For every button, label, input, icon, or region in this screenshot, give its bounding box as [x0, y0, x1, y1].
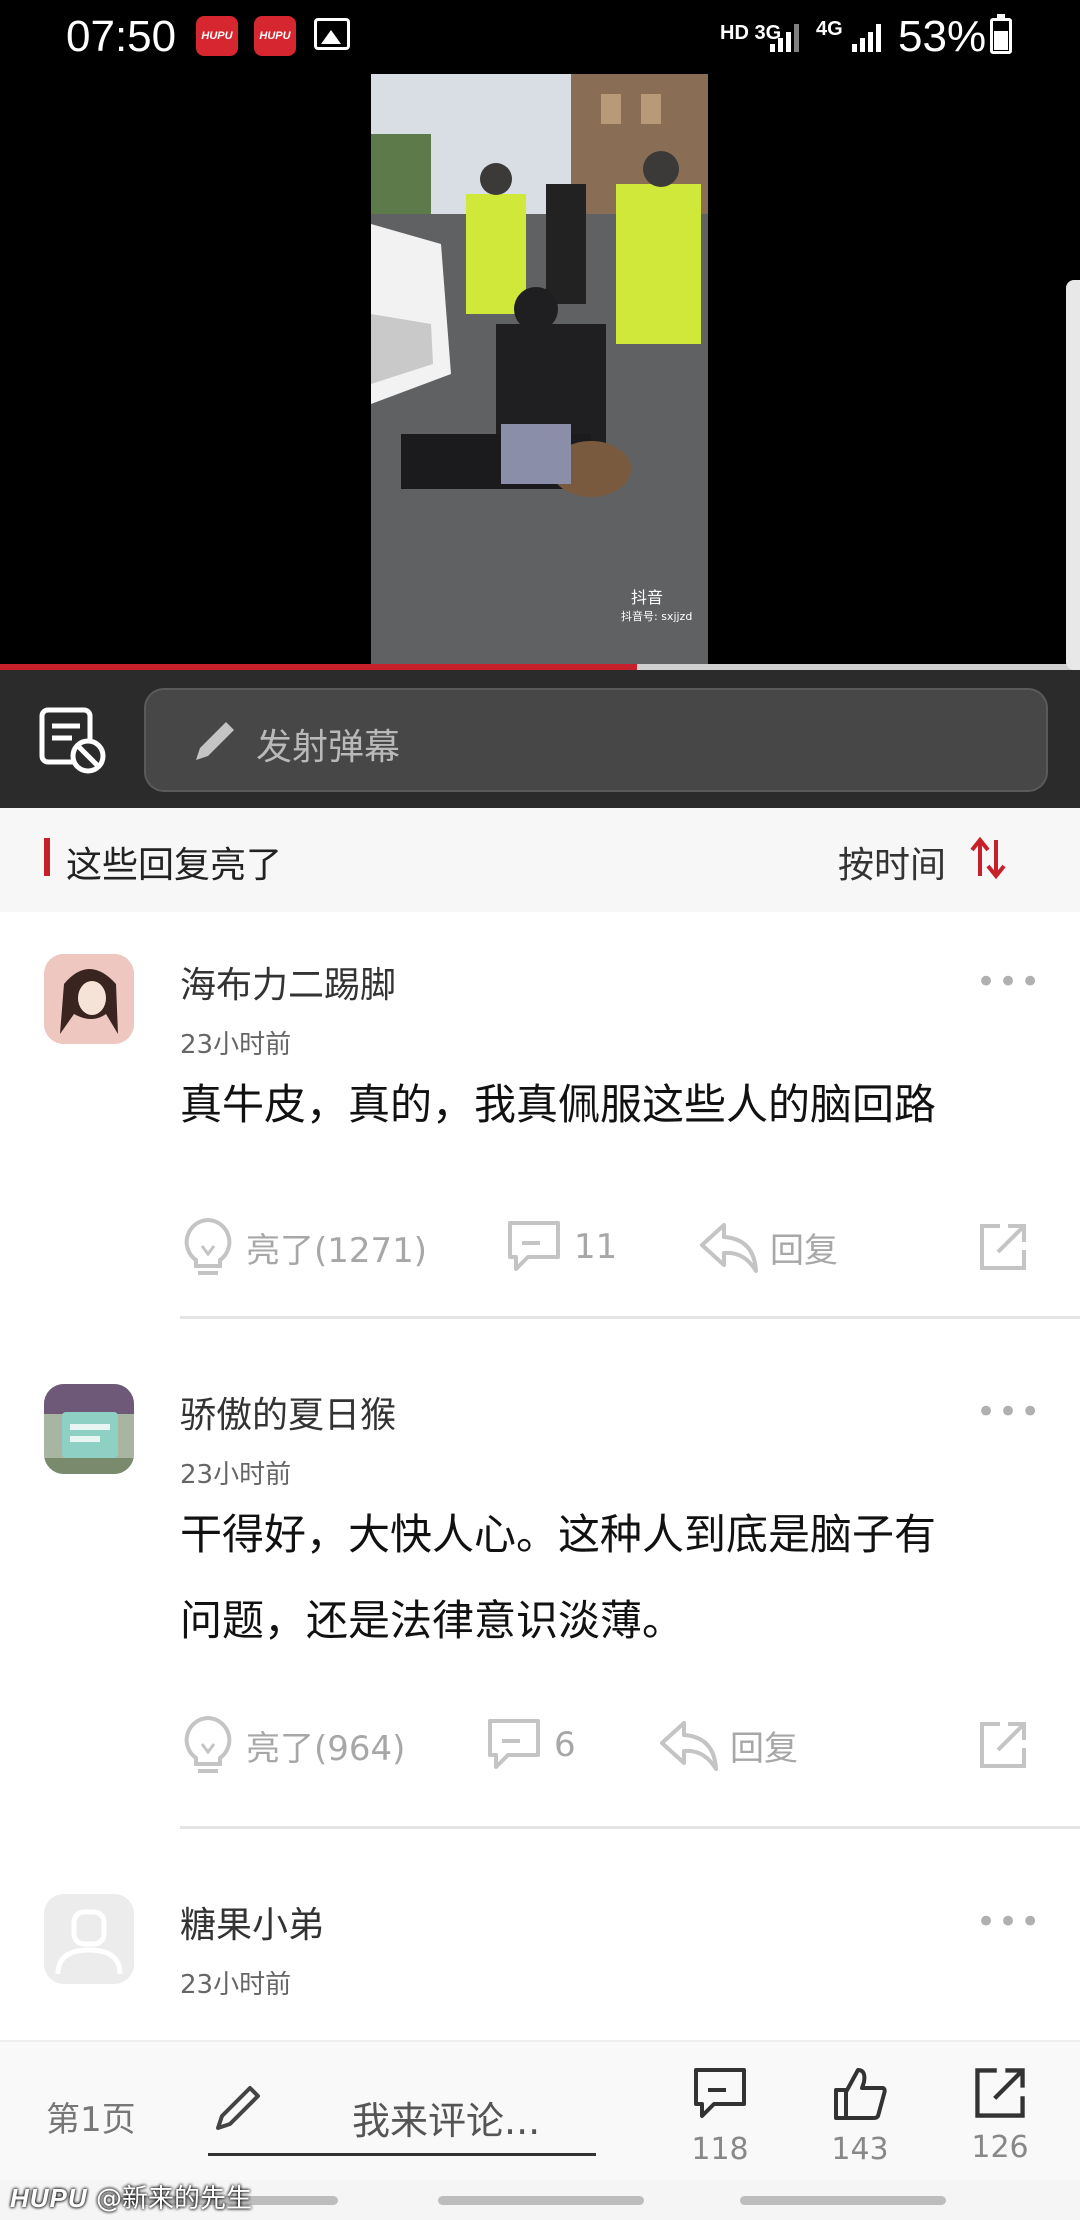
comment-text: 干得好，大快人心。这种人到底是脑子有 问题，还是法律意识淡薄。 [180, 1492, 1030, 1664]
comment-item: 海布力二踢脚 23小时前 ••• 真牛皮，真的，我真佩服这些人的脑回路 亮了(1… [0, 912, 1080, 1320]
hupu-notification-icon: HUPU [254, 16, 296, 56]
more-options-icon[interactable]: ••• [976, 962, 1042, 1002]
page-selector[interactable]: 第1页 [46, 2092, 136, 2141]
comment-time: 23小时前 [180, 1030, 292, 1060]
bottom-bar: 第1页 我来评论... 118 143 126 [0, 2040, 1080, 2180]
side-panel-handle[interactable] [1066, 280, 1080, 670]
reply-count: 11 [574, 1227, 618, 1267]
comment-item: 骄傲的夏日猴 23小时前 ••• 干得好，大快人心。这种人到底是脑子有 问题，还… [0, 1342, 1080, 1832]
username[interactable]: 糖果小弟 [180, 1896, 324, 1948]
watermark-handle: @新来的先生 [95, 2184, 252, 2214]
status-bar: 07:50 HUPU HUPU HD 3G 4G 53% [0, 0, 1080, 72]
comment-text: 真牛皮，真的，我真佩服这些人的脑回路 [180, 1080, 937, 1129]
light-button[interactable]: 亮了(1271) [180, 1212, 427, 1282]
comment-placeholder: 我来评论... [352, 2099, 541, 2143]
comment-text-line: 问题，还是法律意识淡薄。 [180, 1596, 685, 1645]
reply-label: 回复 [770, 1230, 838, 1271]
light-button[interactable]: 亮了(964) [180, 1710, 405, 1780]
shares-count: 126 [971, 2130, 1029, 2165]
username[interactable]: 骄傲的夏日猴 [180, 1386, 396, 1438]
nav-recents-handle[interactable] [740, 2196, 946, 2205]
battery-percent: 53% [898, 12, 987, 61]
danmaku-input[interactable]: 发射弹幕 [144, 688, 1048, 792]
default-avatar-icon [44, 1894, 134, 1984]
video-scene-image [371, 74, 708, 666]
section-header: 这些回复亮了 按时间 [0, 808, 1080, 912]
nav-home-handle[interactable] [438, 2196, 644, 2205]
danmaku-placeholder: 发射弹幕 [256, 727, 401, 768]
douyin-id-watermark: 抖音号: sxjjzd [621, 610, 693, 623]
more-options-icon[interactable]: ••• [976, 1392, 1042, 1432]
share-button[interactable] [976, 1710, 1040, 1780]
comment-time: 23小时前 [180, 1970, 292, 2000]
share-icon [980, 1224, 1026, 1270]
video-player[interactable]: 抖音 抖音号: sxjjzd [0, 72, 1080, 670]
avatar[interactable] [44, 1894, 134, 1984]
comment-time: 23小时前 [180, 1460, 292, 1490]
hupu-logo: HUPU [10, 2183, 88, 2213]
comment-icon [694, 2068, 746, 2118]
divider [180, 1826, 1080, 1829]
danmaku-off-icon[interactable] [38, 706, 108, 776]
comment-item: 糖果小弟 23小时前 ••• [0, 1852, 1080, 2040]
gallery-notification-icon [314, 18, 350, 50]
more-options-icon[interactable]: ••• [976, 1902, 1042, 1942]
share-icon [980, 1722, 1026, 1768]
section-title: 这些回复亮了 [66, 845, 283, 886]
light-count: 亮了(964) [246, 1728, 406, 1769]
video-frame: 抖音 抖音号: sxjjzd [371, 74, 708, 666]
reply-label: 回复 [730, 1728, 798, 1769]
username[interactable]: 海布力二踢脚 [180, 956, 396, 1008]
like-button[interactable]: 143 [820, 2064, 900, 2167]
danmaku-bar: 发射弹幕 [0, 670, 1080, 808]
divider [180, 1316, 1080, 1319]
sort-button[interactable]: 按时间 [838, 836, 946, 888]
likes-count: 143 [831, 2132, 889, 2167]
comment-text-line: 干得好，大快人心。这种人到底是脑子有 [180, 1510, 937, 1559]
light-count: 亮了(1271) [246, 1230, 428, 1271]
section-accent-bar [44, 838, 50, 876]
lightbulb-icon [184, 1217, 232, 1275]
comment-actions: 亮了(1271) 11 回复 [180, 1212, 1030, 1282]
replies-button[interactable]: 6 [484, 1710, 576, 1780]
avatar[interactable] [44, 1384, 134, 1474]
hupu-watermark: HUPU @新来的先生 [10, 2178, 252, 2215]
signal-icon [770, 20, 802, 52]
battery-icon [990, 14, 1012, 54]
comments-count: 118 [691, 2132, 749, 2167]
reply-arrow-icon [700, 1223, 758, 1273]
reply-button[interactable]: 回复 [658, 1710, 798, 1780]
share-button[interactable] [976, 1212, 1040, 1282]
network-type-label: 4G [816, 18, 843, 40]
signal-icon [852, 20, 884, 52]
reply-button[interactable]: 回复 [698, 1212, 838, 1282]
comment-icon [488, 1719, 540, 1769]
comments-count-button[interactable]: 118 [680, 2064, 760, 2167]
thumbs-up-icon [834, 2068, 887, 2120]
sort-arrows-icon[interactable] [968, 836, 1008, 880]
comment-icon [508, 1221, 560, 1271]
hupu-notification-icon: HUPU [196, 16, 238, 56]
pencil-icon [196, 722, 234, 760]
lightbulb-icon [184, 1715, 232, 1773]
share-button[interactable]: 126 [960, 2064, 1040, 2165]
comment-input[interactable]: 我来评论... [208, 2076, 596, 2156]
comment-actions: 亮了(964) 6 回复 [180, 1710, 1030, 1780]
reply-arrow-icon [660, 1721, 718, 1771]
clock: 07:50 [66, 12, 177, 61]
avatar[interactable] [44, 954, 134, 1044]
reply-count: 6 [554, 1725, 576, 1765]
share-icon [975, 2068, 1025, 2118]
douyin-watermark: 抖音 [631, 588, 664, 607]
replies-button[interactable]: 11 [504, 1212, 617, 1282]
